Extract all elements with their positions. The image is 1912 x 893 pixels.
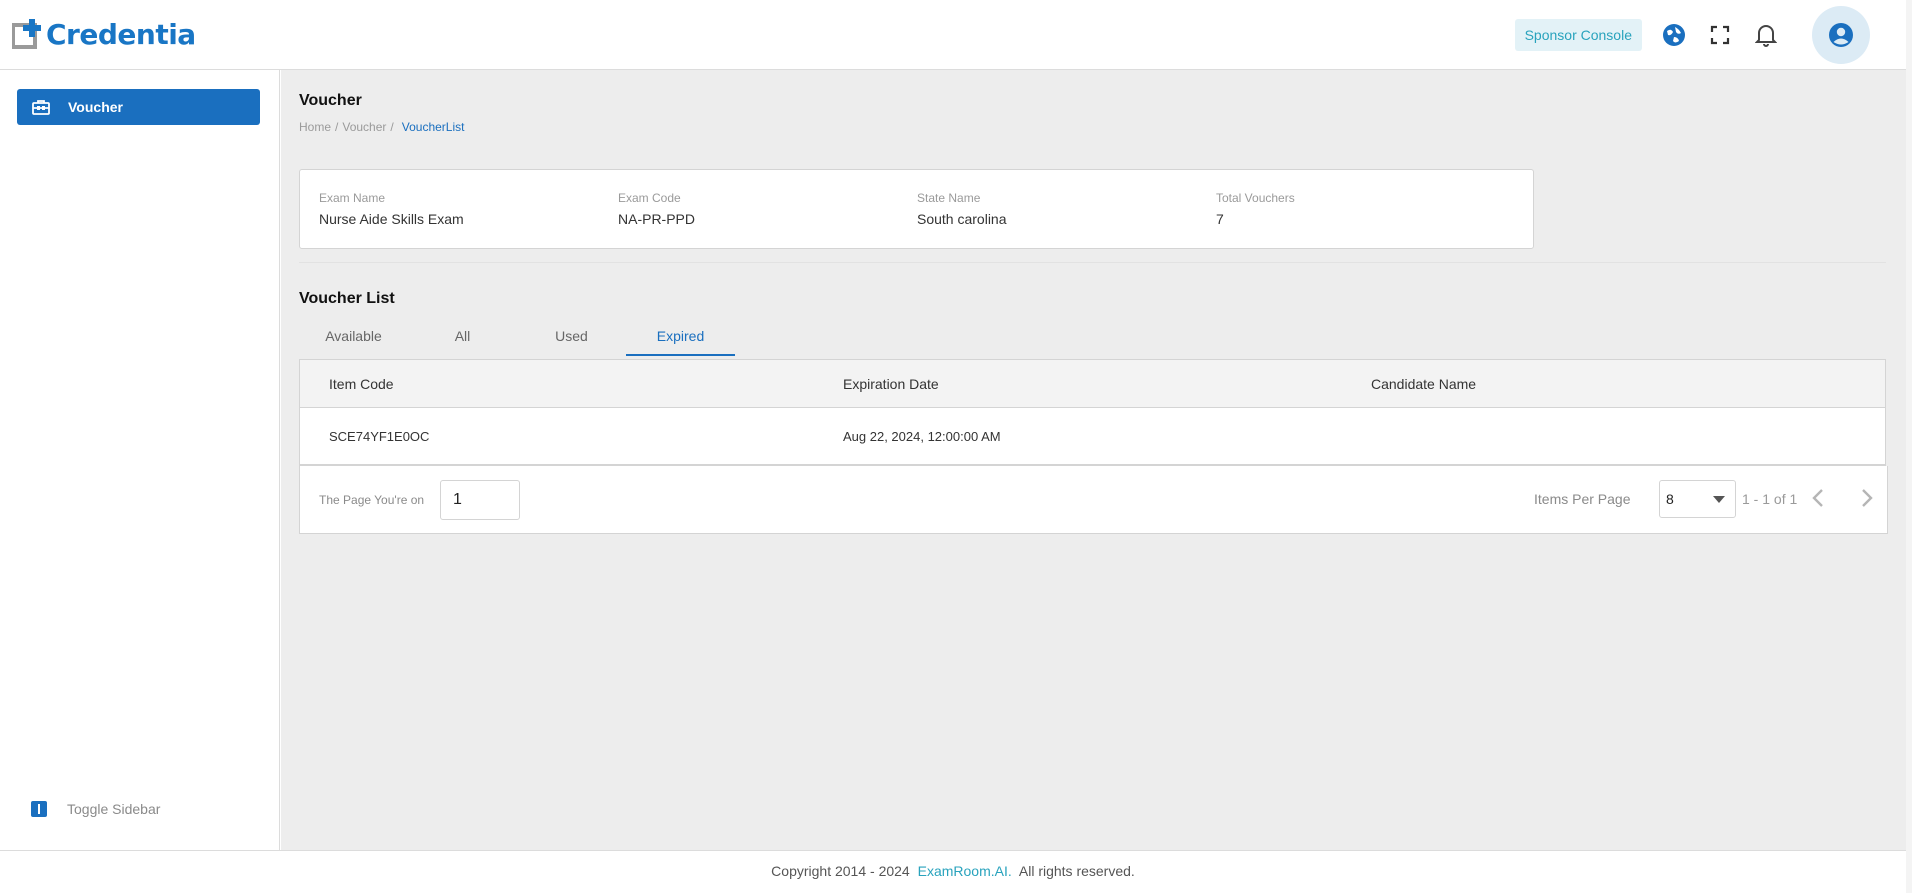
state-name-field: State Name South carolina bbox=[917, 191, 1007, 227]
exam-name-value: Nurse Aide Skills Exam bbox=[319, 211, 464, 227]
voucher-list-title: Voucher List bbox=[299, 290, 395, 307]
sidebar: Voucher Toggle Sidebar bbox=[0, 70, 280, 850]
breadcrumb-home[interactable]: Home / bbox=[299, 120, 338, 134]
footer-copyright: Copyright 2014 - 2024 bbox=[771, 863, 910, 879]
page-title: Voucher bbox=[299, 92, 362, 109]
breadcrumb-voucherlist: VoucherList bbox=[401, 120, 465, 134]
sidebar-item-label: Voucher bbox=[68, 99, 123, 115]
tab-expired[interactable]: Expired bbox=[626, 319, 735, 356]
state-name-value: South carolina bbox=[917, 211, 1007, 227]
footer: Copyright 2014 - 2024 ExamRoom.AI. All r… bbox=[0, 850, 1906, 893]
cell-expiration-date: Aug 22, 2024, 12:00:00 AM bbox=[843, 428, 1001, 444]
page-number-label: The Page You're on bbox=[319, 493, 425, 507]
main-content: Voucher Home / Voucher / VoucherList Exam … bbox=[281, 70, 1906, 850]
voucher-tabs: Available All Used Expired bbox=[299, 319, 735, 356]
voucher-table: Item Code Expiration Date Candidate Name… bbox=[299, 359, 1886, 466]
footer-rights: All rights reserved. bbox=[1018, 863, 1135, 879]
exam-name-field: Exam Name Nurse Aide Skills Exam bbox=[319, 191, 464, 227]
credentia-logo[interactable]: Credentia bbox=[11, 18, 196, 51]
page-number-input[interactable]: 1 bbox=[440, 480, 520, 520]
exam-name-label: Exam Name bbox=[319, 191, 386, 205]
items-per-page-value: 8 bbox=[1666, 491, 1674, 507]
section-divider bbox=[299, 262, 1886, 263]
exam-info-card: Exam Name Nurse Aide Skills Exam Exam Co… bbox=[299, 169, 1534, 249]
sponsor-console-button[interactable]: Sponsor Console bbox=[1514, 19, 1642, 51]
logo-text: Credentia bbox=[46, 18, 196, 51]
exam-code-label: Exam Code bbox=[618, 191, 681, 205]
column-header-item-code[interactable]: Item Code bbox=[329, 376, 394, 392]
table-header: Item Code Expiration Date Candidate Name bbox=[300, 360, 1885, 408]
account-circle-icon bbox=[1829, 23, 1853, 47]
exam-code-field: Exam Code NA-PR-PPD bbox=[618, 191, 695, 227]
footer-brand-link[interactable]: ExamRoom.AI. bbox=[918, 863, 1012, 879]
toggle-sidebar-icon bbox=[31, 801, 47, 817]
total-vouchers-label: Total Vouchers bbox=[1216, 191, 1295, 205]
page-scrollbar[interactable] bbox=[1906, 0, 1912, 893]
exam-code-value: NA-PR-PPD bbox=[618, 211, 696, 227]
tab-all[interactable]: All bbox=[408, 319, 517, 356]
logo-mark-icon bbox=[11, 18, 44, 51]
top-header: Credentia Sponsor Console bbox=[0, 0, 1906, 70]
chevron-down-icon bbox=[1713, 496, 1725, 503]
sidebar-item-voucher[interactable]: Voucher bbox=[17, 89, 260, 125]
breadcrumb-voucher[interactable]: Voucher / bbox=[342, 120, 393, 134]
previous-page-button[interactable] bbox=[1811, 488, 1825, 513]
account-avatar[interactable] bbox=[1812, 6, 1870, 64]
table-row[interactable]: SCE74YF1E0OC Aug 22, 2024, 12:00:00 AM bbox=[300, 408, 1885, 465]
voucher-icon bbox=[32, 99, 50, 115]
column-header-expiration-date[interactable]: Expiration Date bbox=[843, 376, 939, 392]
state-name-label: State Name bbox=[917, 191, 981, 205]
toggle-sidebar-button[interactable]: Toggle Sidebar bbox=[31, 801, 160, 817]
next-page-button[interactable] bbox=[1860, 488, 1874, 513]
bell-icon[interactable] bbox=[1752, 21, 1780, 49]
toggle-sidebar-label: Toggle Sidebar bbox=[67, 801, 161, 817]
pagination-bar: The Page You're on 1 Items Per Page 8 1 … bbox=[299, 466, 1888, 534]
items-per-page-label: Items Per Page bbox=[1534, 491, 1631, 507]
tab-available[interactable]: Available bbox=[299, 319, 408, 356]
tab-used[interactable]: Used bbox=[517, 319, 626, 356]
cell-item-code: SCE74YF1E0OC bbox=[329, 428, 430, 444]
page-range-text: 1 - 1 of 1 bbox=[1742, 491, 1798, 507]
items-per-page-select[interactable]: 8 bbox=[1659, 480, 1736, 518]
breadcrumb: Home / Voucher / VoucherList bbox=[299, 120, 468, 134]
globe-icon[interactable] bbox=[1660, 21, 1688, 49]
chevron-right-icon bbox=[1862, 489, 1873, 507]
column-header-candidate-name[interactable]: Candidate Name bbox=[1371, 376, 1476, 392]
fullscreen-icon[interactable] bbox=[1706, 21, 1734, 49]
total-vouchers-field: Total Vouchers 7 bbox=[1216, 191, 1295, 227]
total-vouchers-value: 7 bbox=[1216, 211, 1224, 227]
chevron-left-icon bbox=[1812, 489, 1823, 507]
header-actions: Sponsor Console bbox=[1514, 0, 1906, 70]
